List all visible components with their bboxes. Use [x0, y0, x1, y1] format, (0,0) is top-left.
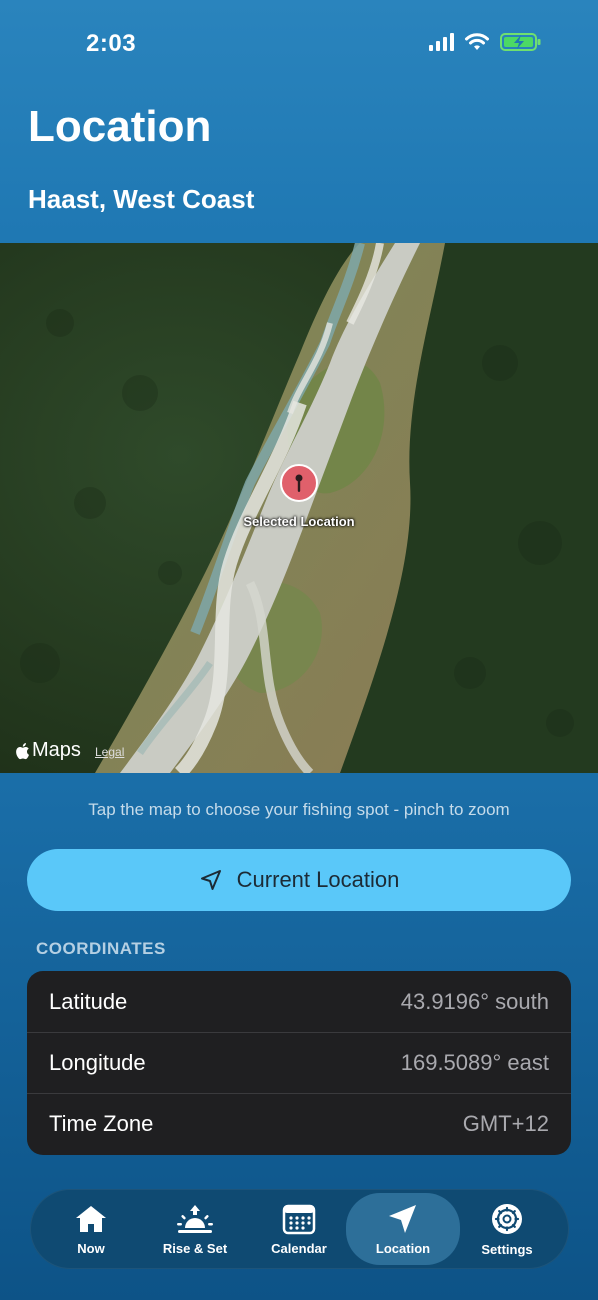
- map-terrain: [0, 243, 598, 773]
- map-hint: Tap the map to choose your fishing spot …: [88, 800, 510, 819]
- tab-label: Calendar: [271, 1240, 327, 1256]
- coordinates-header: COORDINATES: [36, 939, 166, 958]
- status-icons: [429, 32, 542, 52]
- tab-label: Rise & Set: [162, 1240, 228, 1256]
- status-time: 2:03: [86, 30, 137, 57]
- maps-brand: Maps: [32, 739, 81, 761]
- house-icon: [76, 1205, 106, 1232]
- wifi-icon: [465, 33, 489, 50]
- tab-location[interactable]: Location: [346, 1193, 460, 1265]
- map-pin-icon[interactable]: [279, 463, 319, 503]
- tab-label: Location: [375, 1240, 431, 1256]
- status-bar: 2:03: [0, 0, 598, 90]
- pin-label: Selected Location: [243, 514, 355, 529]
- coordinates-card: Latitude 43.9196° south Longitude 169.50…: [27, 971, 571, 1155]
- satellite-map[interactable]: Selected Location Maps Legal: [0, 243, 598, 773]
- sunrise-icon: [177, 1204, 213, 1233]
- tab-rise-and-set[interactable]: Rise & Set: [142, 1189, 248, 1269]
- row-label: Longitude: [49, 1050, 146, 1075]
- current-location-label: Current Location: [236, 867, 400, 892]
- tab-calendar[interactable]: Calendar: [246, 1189, 352, 1269]
- tab-label: Settings: [481, 1241, 533, 1257]
- current-location-button[interactable]: Current Location: [27, 849, 571, 911]
- location-arrow-icon: [200, 870, 221, 890]
- legal-link[interactable]: Legal: [95, 745, 124, 759]
- tab-bar: Now Rise & Set Calendar Location Setting…: [30, 1189, 569, 1269]
- row-value: 43.9196° south: [400, 988, 549, 1014]
- cellular-signal-icon: [429, 33, 454, 51]
- apple-logo-icon: [16, 742, 29, 759]
- battery-charging-icon: [500, 33, 541, 51]
- longitude-row: Longitude 169.5089° east: [27, 1032, 571, 1093]
- row-value: GMT+12: [462, 1111, 549, 1136]
- latitude-row: Latitude 43.9196° south: [27, 971, 571, 1032]
- tab-settings[interactable]: Settings: [454, 1189, 560, 1269]
- tab-now[interactable]: Now: [30, 1189, 152, 1269]
- time-zone-row: Time Zone GMT+12: [27, 1093, 571, 1154]
- gear-icon: [492, 1203, 522, 1234]
- location-arrow-icon: [389, 1204, 416, 1233]
- row-label: Latitude: [49, 988, 128, 1014]
- page-title: Location: [28, 102, 212, 151]
- location-name: Haast, West Coast: [28, 184, 255, 214]
- location-screen: 2:03 Location Haast, West Coast Selected…: [0, 0, 598, 1300]
- calendar-icon: [282, 1204, 316, 1234]
- tab-label: Now: [77, 1240, 105, 1256]
- row-value: 169.5089° east: [400, 1050, 549, 1075]
- maps-attribution: Maps: [14, 739, 81, 762]
- row-label: Time Zone: [49, 1111, 154, 1136]
